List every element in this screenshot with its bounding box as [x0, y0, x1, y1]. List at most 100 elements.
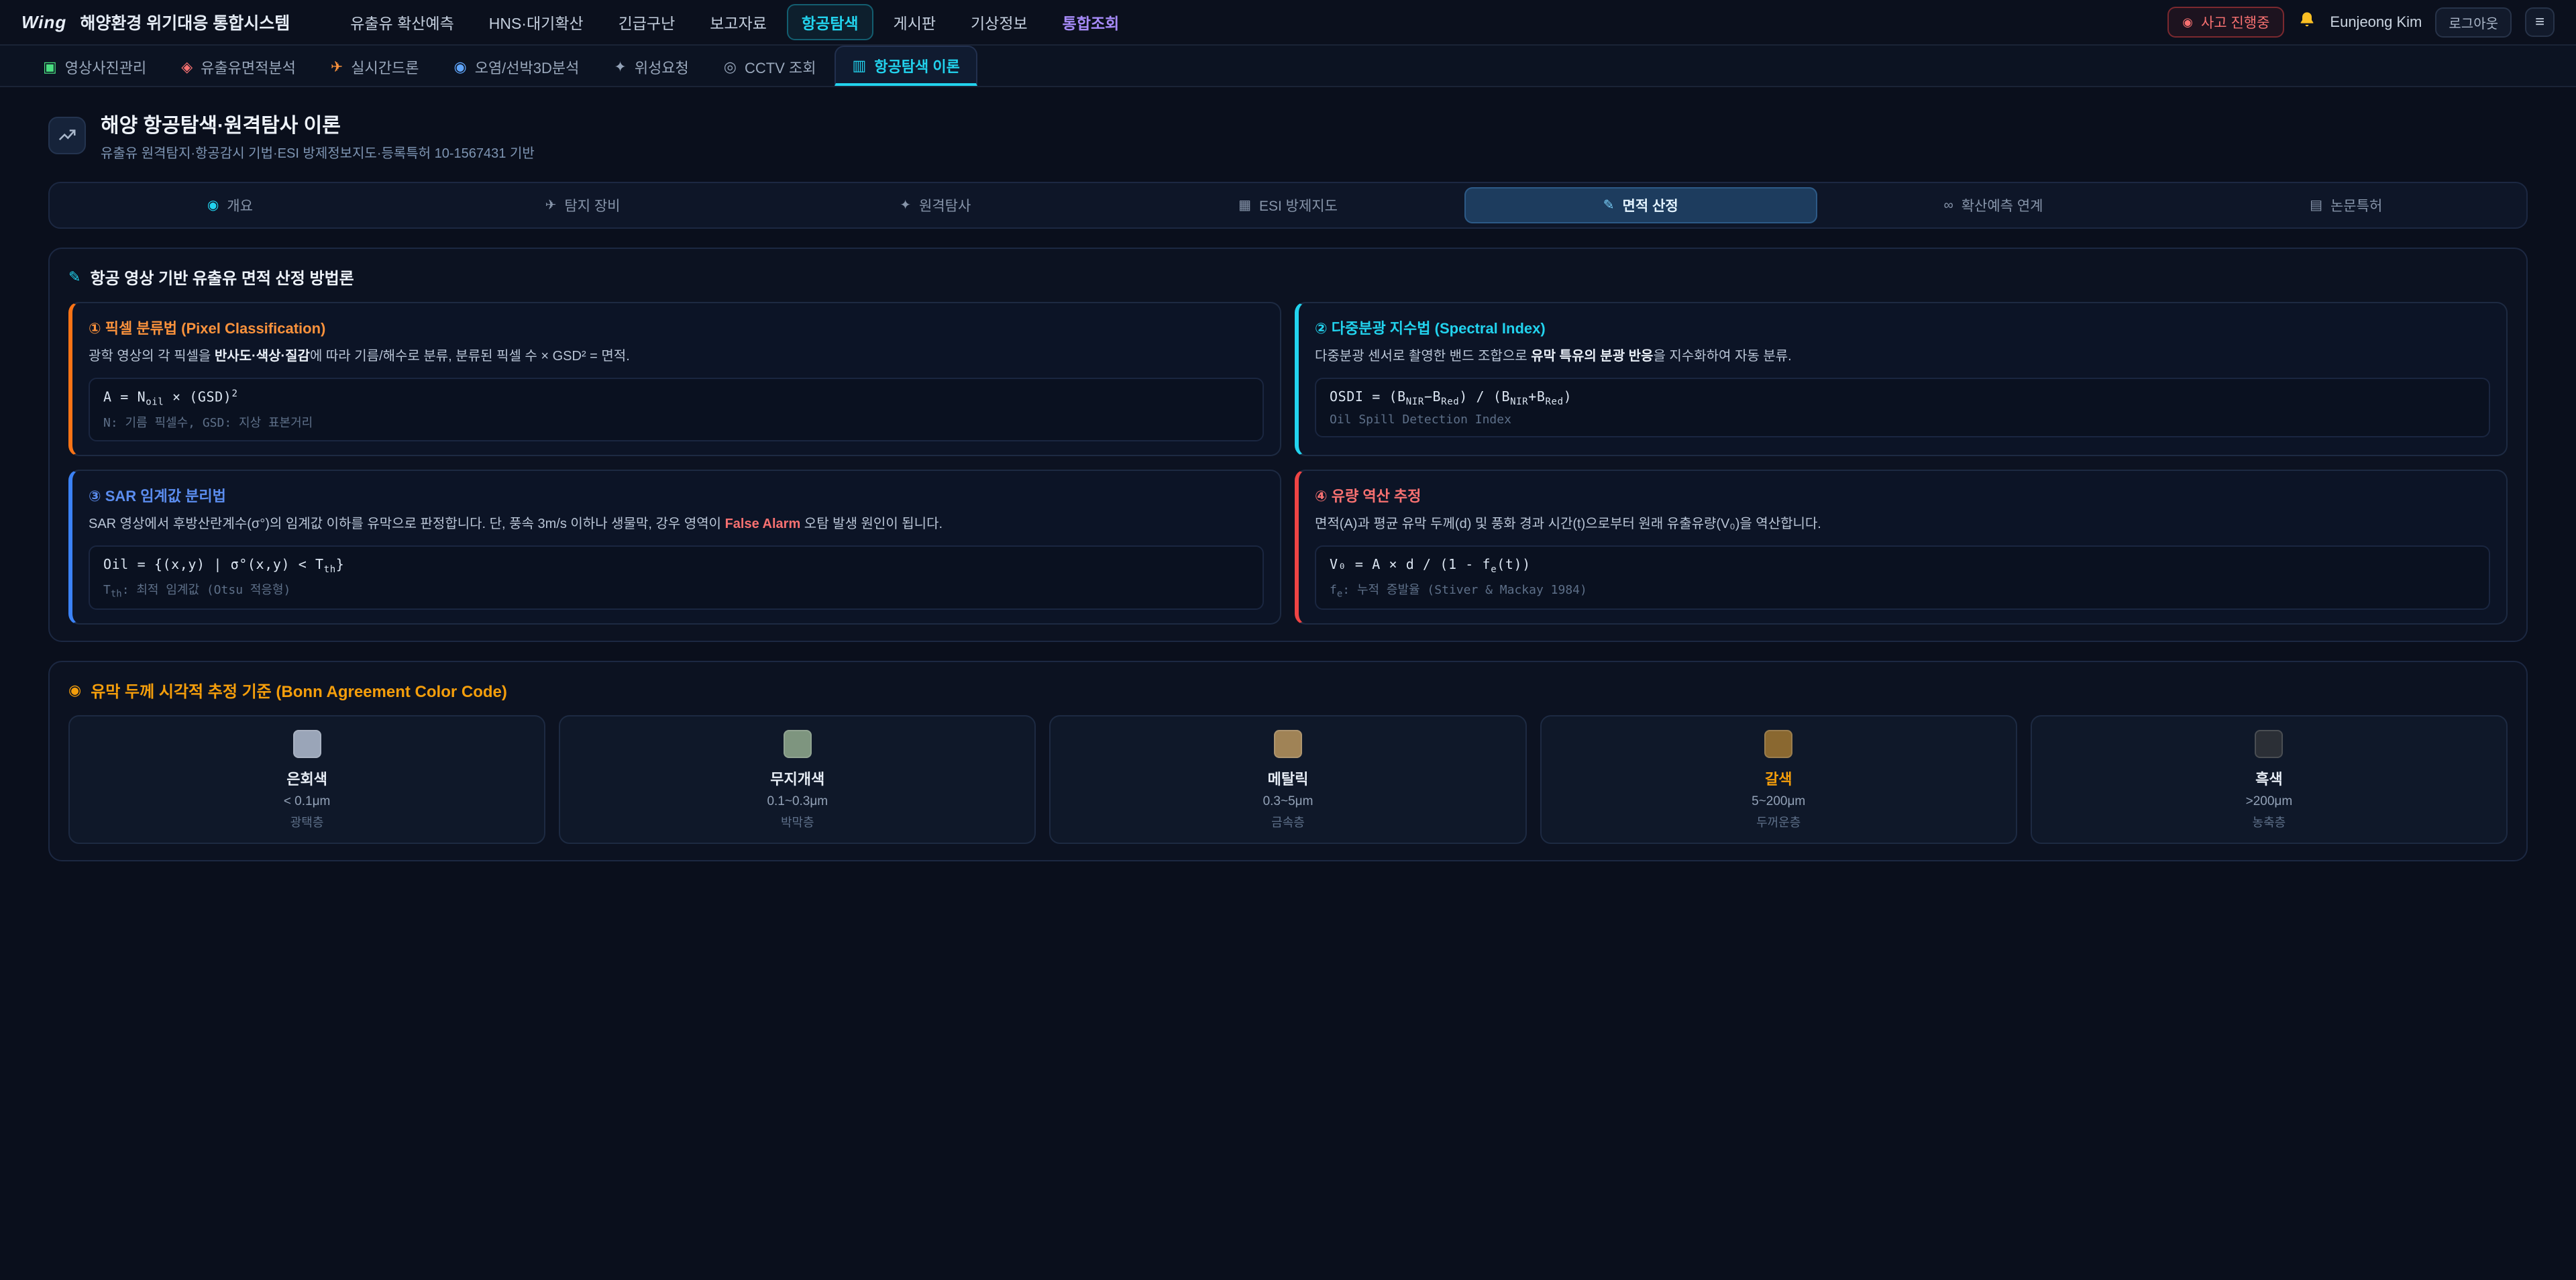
app-title: 해양환경 위기대응 통합시스템: [80, 10, 290, 34]
overview-icon: ◉: [207, 199, 219, 212]
photo-icon: ▣: [43, 60, 57, 74]
document-icon: ▤: [2310, 199, 2322, 212]
bonn-color-code-panel: ◉ 유막 두께 시각적 추정 기준 (Bonn Agreement Color …: [48, 661, 2528, 861]
bonn-grid: 은회색 < 0.1μm 광택층 무지개색 0.1~0.3μm 박막층 메탈릭 0…: [68, 715, 2508, 844]
tab-label: 개요: [227, 195, 253, 215]
formula: V₀ = A × d / (1 - fe(t)): [1330, 556, 2475, 575]
tab-overview[interactable]: ◉ 개요: [54, 187, 407, 223]
bonn-thickness-range: < 0.1μm: [80, 794, 533, 809]
topbar: Wing 해양환경 위기대응 통합시스템 유출유 확산예측 HNS·대기확산 긴…: [0, 0, 2576, 46]
subnav-tab-label: 실시간드론: [351, 56, 419, 78]
method-card-title: ④ 유량 역산 추정: [1315, 484, 2490, 506]
bonn-name: 메탈릭: [1061, 767, 1514, 789]
logout-button[interactable]: 로그아웃: [2435, 7, 2512, 38]
nav-item-weather-info[interactable]: 기상정보: [956, 4, 1042, 40]
tab-label: 원격탐사: [919, 195, 971, 215]
main-nav: 유출유 확산예측 HNS·대기확산 긴급구난 보고자료 항공탐색 게시판 기상정…: [335, 4, 1134, 40]
bonn-heading: ◉ 유막 두께 시각적 추정 기준 (Bonn Agreement Color …: [68, 678, 2508, 702]
method-card-sar-threshold: ③ SAR 임계값 분리법 SAR 영상에서 후방산란계수(σ°)의 임계값 이…: [68, 470, 1281, 625]
tab-remote-sensing[interactable]: ✦ 원격탐사: [759, 187, 1112, 223]
formula: Oil = {(x,y) | σ°(x,y) < Tth}: [103, 556, 1249, 575]
hamburger-icon: ≡: [2535, 13, 2544, 32]
method-card-volume-inversion: ④ 유량 역산 추정 면적(A)과 평균 유막 두께(d) 및 풍화 경과 시간…: [1295, 470, 2508, 625]
bonn-card-metallic: 메탈릭 0.3~5μm 금속층: [1049, 715, 1526, 844]
formula-block: A = Noil × (GSD)2 N: 기름 픽셀수, GSD: 지상 표본거…: [89, 378, 1264, 441]
methods-grid: ① 픽셀 분류법 (Pixel Classification) 광학 영상의 각…: [68, 302, 2508, 625]
page-title: 해양 항공탐색·원격탐사 이론: [101, 109, 535, 138]
bonn-thickness-range: 5~200μm: [1552, 794, 2005, 809]
bonn-card-brown: 갈색 5~200μm 두꺼운층: [1540, 715, 2017, 844]
method-card-spectral-index: ② 다중분광 지수법 (Spectral Index) 다중분광 센서로 촬영한…: [1295, 302, 2508, 456]
subnav-tab-pollution-ship-3d[interactable]: ◉ 오염/선박3D분석: [438, 48, 596, 86]
app-root: Wing 해양환경 위기대응 통합시스템 유출유 확산예측 HNS·대기확산 긴…: [0, 0, 2576, 1280]
page-header: 해양 항공탐색·원격탐사 이론 유출유 원격탐지·항공감시 기법·ESI 방제정…: [48, 109, 2528, 162]
tab-area-calculation[interactable]: ✎ 면적 산정: [1464, 187, 1817, 223]
method-card-desc: 다중분광 센서로 촬영한 밴드 조합으로 유막 특유의 분광 반응을 지수화하여…: [1315, 346, 2490, 367]
bonn-layer-desc: 박막층: [571, 813, 1024, 831]
incident-status-badge[interactable]: ◉ 사고 진행중: [2167, 7, 2284, 38]
subnav-tab-image-photo-management[interactable]: ▣ 영상사진관리: [27, 48, 162, 86]
formula: A = Noil × (GSD)2: [103, 388, 1249, 408]
ship-3d-icon: ◉: [454, 60, 467, 74]
method-card-desc: SAR 영상에서 후방산란계수(σ°)의 임계값 이하를 유막으로 판정합니다.…: [89, 514, 1264, 535]
subnav-tab-cctv-view[interactable]: ◎ CCTV 조회: [708, 48, 833, 86]
bell-icon: [2298, 11, 2316, 34]
color-swatch: [2255, 730, 2283, 758]
nav-item-reports[interactable]: 보고자료: [695, 4, 782, 40]
color-swatch: [784, 730, 812, 758]
hamburger-menu-button[interactable]: ≡: [2525, 7, 2555, 37]
tab-esi-map[interactable]: ▦ ESI 방제지도: [1112, 187, 1464, 223]
methods-heading: ✎ 항공 영상 기반 유출유 면적 산정 방법론: [68, 265, 2508, 288]
formula-block: Oil = {(x,y) | σ°(x,y) < Tth} Tth: 최적 임계…: [89, 545, 1264, 610]
pencil-icon: ✎: [68, 270, 80, 284]
formula-note: fe: 누적 증발율 (Stiver & Mackay 1984): [1330, 580, 2475, 600]
subnav-tab-satellite-request[interactable]: ✦ 위성요청: [598, 48, 704, 86]
bonn-name: 은회색: [80, 767, 533, 789]
tab-label: 논문특허: [2330, 195, 2382, 215]
subnav-tab-oil-area-analysis[interactable]: ◈ 유출유면적분석: [165, 48, 312, 86]
method-card-title: ③ SAR 임계값 분리법: [89, 484, 1264, 506]
bonn-layer-desc: 금속층: [1061, 813, 1514, 831]
subnav-tab-label: 위성요청: [635, 56, 689, 78]
nav-item-board[interactable]: 게시판: [879, 4, 951, 40]
nav-item-hns-air-diffusion[interactable]: HNS·대기확산: [474, 4, 598, 40]
nav-item-aerial-search[interactable]: 항공탐색: [787, 4, 873, 40]
bonn-name: 흑색: [2043, 767, 2496, 789]
tab-detection-equipment[interactable]: ✈ 탐지 장비: [407, 187, 759, 223]
map-icon: ▦: [1238, 199, 1251, 212]
notification-bell-button[interactable]: [2298, 11, 2316, 34]
ruler-pencil-icon: ✎: [1603, 199, 1615, 212]
subnav-tab-aerial-theory[interactable]: ▥ 항공탐색 이론: [835, 46, 977, 86]
subnav: ▣ 영상사진관리 ◈ 유출유면적분석 ✈ 실시간드론 ◉ 오염/선박3D분석 ✦…: [0, 46, 2576, 87]
bonn-card-rainbow: 무지개색 0.1~0.3μm 박막층: [559, 715, 1036, 844]
remote-sensing-icon: ✦: [900, 199, 911, 212]
formula-block: OSDI = (BNIR−BRed) / (BNIR+BRed) Oil Spi…: [1315, 378, 2490, 437]
tab-label: 확산예측 연계: [1962, 195, 2043, 215]
nav-item-integrated-search[interactable]: 통합조회: [1048, 4, 1134, 40]
theory-chart-icon: ▥: [852, 58, 866, 73]
tab-papers-patents[interactable]: ▤ 논문특허: [2169, 187, 2522, 223]
drone-icon: ✈: [331, 60, 343, 74]
method-card-title: ① 픽셀 분류법 (Pixel Classification): [89, 317, 1264, 338]
tab-diffusion-link[interactable]: ∞ 확산예측 연계: [1817, 187, 2170, 223]
method-card-pixel-classification: ① 픽셀 분류법 (Pixel Classification) 광학 영상의 각…: [68, 302, 1281, 456]
subnav-tab-label: CCTV 조회: [745, 56, 816, 78]
palette-icon: ◉: [68, 683, 81, 698]
nav-item-oil-spill-prediction[interactable]: 유출유 확산예측: [335, 4, 469, 40]
equipment-icon: ✈: [545, 199, 557, 212]
main-content: 해양 항공탐색·원격탐사 이론 유출유 원격탐지·항공감시 기법·ESI 방제정…: [0, 87, 2576, 861]
formula-note: Tth: 최적 임계값 (Otsu 적응형): [103, 580, 1249, 600]
tab-label: ESI 방제지도: [1259, 195, 1338, 215]
subnav-tab-realtime-drone[interactable]: ✈ 실시간드론: [315, 48, 435, 86]
area-analysis-icon: ◈: [181, 60, 193, 74]
bonn-thickness-range: >200μm: [2043, 794, 2496, 809]
subnav-tab-label: 오염/선박3D분석: [475, 56, 580, 78]
page-subtitle: 유출유 원격탐지·항공감시 기법·ESI 방제정보지도·등록특허 10-1567…: [101, 142, 535, 162]
subnav-tab-label: 유출유면적분석: [201, 56, 296, 78]
bonn-card-silver-gray: 은회색 < 0.1μm 광택층: [68, 715, 545, 844]
logo[interactable]: Wing: [21, 12, 66, 33]
nav-item-emergency-rescue[interactable]: 긴급구난: [604, 4, 690, 40]
method-card-title: ② 다중분광 지수법 (Spectral Index): [1315, 317, 2490, 338]
method-card-desc: 광학 영상의 각 픽셀을 반사도·색상·질감에 따라 기름/해수로 분류, 분류…: [89, 346, 1264, 367]
method-card-desc: 면적(A)과 평균 유막 두께(d) 및 풍화 경과 시간(t)으로부터 원래 …: [1315, 514, 2490, 535]
